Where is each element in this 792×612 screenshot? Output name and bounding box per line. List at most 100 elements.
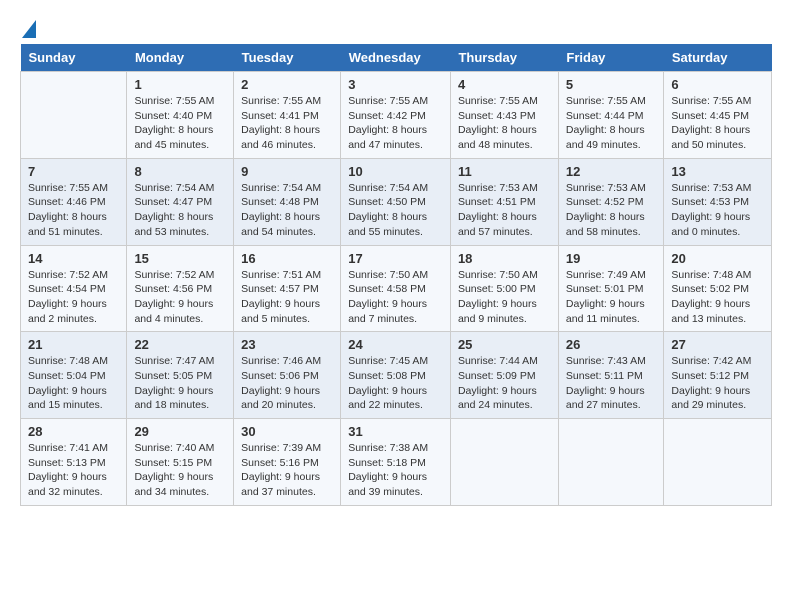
day-number: 15 xyxy=(134,251,226,266)
day-info: Sunrise: 7:53 AMSunset: 4:53 PMDaylight:… xyxy=(671,181,764,240)
day-info: Sunrise: 7:55 AMSunset: 4:41 PMDaylight:… xyxy=(241,94,333,153)
day-number: 17 xyxy=(348,251,443,266)
calendar-cell xyxy=(450,419,558,506)
day-number: 8 xyxy=(134,164,226,179)
calendar-cell: 26 Sunrise: 7:43 AMSunset: 5:11 PMDaylig… xyxy=(558,332,664,419)
day-info: Sunrise: 7:41 AMSunset: 5:13 PMDaylight:… xyxy=(28,441,119,500)
calendar-cell: 14 Sunrise: 7:52 AMSunset: 4:54 PMDaylig… xyxy=(21,245,127,332)
day-info: Sunrise: 7:51 AMSunset: 4:57 PMDaylight:… xyxy=(241,268,333,327)
day-number: 1 xyxy=(134,77,226,92)
calendar-cell xyxy=(21,72,127,159)
day-info: Sunrise: 7:49 AMSunset: 5:01 PMDaylight:… xyxy=(566,268,657,327)
day-number: 7 xyxy=(28,164,119,179)
day-number: 10 xyxy=(348,164,443,179)
calendar-cell: 28 Sunrise: 7:41 AMSunset: 5:13 PMDaylig… xyxy=(21,419,127,506)
day-number: 24 xyxy=(348,337,443,352)
calendar-cell xyxy=(558,419,664,506)
day-info: Sunrise: 7:53 AMSunset: 4:52 PMDaylight:… xyxy=(566,181,657,240)
day-info: Sunrise: 7:39 AMSunset: 5:16 PMDaylight:… xyxy=(241,441,333,500)
day-number: 13 xyxy=(671,164,764,179)
day-info: Sunrise: 7:50 AMSunset: 5:00 PMDaylight:… xyxy=(458,268,551,327)
day-number: 22 xyxy=(134,337,226,352)
day-number: 21 xyxy=(28,337,119,352)
calendar-cell: 30 Sunrise: 7:39 AMSunset: 5:16 PMDaylig… xyxy=(234,419,341,506)
day-info: Sunrise: 7:55 AMSunset: 4:40 PMDaylight:… xyxy=(134,94,226,153)
day-info: Sunrise: 7:54 AMSunset: 4:50 PMDaylight:… xyxy=(348,181,443,240)
day-number: 2 xyxy=(241,77,333,92)
day-info: Sunrise: 7:55 AMSunset: 4:46 PMDaylight:… xyxy=(28,181,119,240)
calendar-cell: 21 Sunrise: 7:48 AMSunset: 5:04 PMDaylig… xyxy=(21,332,127,419)
calendar-week-row: 7 Sunrise: 7:55 AMSunset: 4:46 PMDayligh… xyxy=(21,158,772,245)
calendar-cell: 23 Sunrise: 7:46 AMSunset: 5:06 PMDaylig… xyxy=(234,332,341,419)
day-number: 29 xyxy=(134,424,226,439)
day-info: Sunrise: 7:53 AMSunset: 4:51 PMDaylight:… xyxy=(458,181,551,240)
day-info: Sunrise: 7:55 AMSunset: 4:43 PMDaylight:… xyxy=(458,94,551,153)
day-number: 4 xyxy=(458,77,551,92)
calendar-week-row: 1 Sunrise: 7:55 AMSunset: 4:40 PMDayligh… xyxy=(21,72,772,159)
day-info: Sunrise: 7:50 AMSunset: 4:58 PMDaylight:… xyxy=(348,268,443,327)
weekday-header: Tuesday xyxy=(234,44,341,72)
day-number: 12 xyxy=(566,164,657,179)
calendar-week-row: 28 Sunrise: 7:41 AMSunset: 5:13 PMDaylig… xyxy=(21,419,772,506)
day-number: 16 xyxy=(241,251,333,266)
day-info: Sunrise: 7:42 AMSunset: 5:12 PMDaylight:… xyxy=(671,354,764,413)
day-info: Sunrise: 7:55 AMSunset: 4:44 PMDaylight:… xyxy=(566,94,657,153)
calendar-cell: 29 Sunrise: 7:40 AMSunset: 5:15 PMDaylig… xyxy=(127,419,234,506)
calendar-cell: 25 Sunrise: 7:44 AMSunset: 5:09 PMDaylig… xyxy=(450,332,558,419)
calendar-cell: 2 Sunrise: 7:55 AMSunset: 4:41 PMDayligh… xyxy=(234,72,341,159)
weekday-header: Thursday xyxy=(450,44,558,72)
day-info: Sunrise: 7:40 AMSunset: 5:15 PMDaylight:… xyxy=(134,441,226,500)
calendar-cell: 31 Sunrise: 7:38 AMSunset: 5:18 PMDaylig… xyxy=(341,419,451,506)
day-number: 5 xyxy=(566,77,657,92)
day-number: 6 xyxy=(671,77,764,92)
calendar-cell: 15 Sunrise: 7:52 AMSunset: 4:56 PMDaylig… xyxy=(127,245,234,332)
weekday-header: Monday xyxy=(127,44,234,72)
weekday-header: Wednesday xyxy=(341,44,451,72)
calendar-cell: 24 Sunrise: 7:45 AMSunset: 5:08 PMDaylig… xyxy=(341,332,451,419)
calendar-header-row: SundayMondayTuesdayWednesdayThursdayFrid… xyxy=(21,44,772,72)
day-info: Sunrise: 7:46 AMSunset: 5:06 PMDaylight:… xyxy=(241,354,333,413)
day-info: Sunrise: 7:55 AMSunset: 4:45 PMDaylight:… xyxy=(671,94,764,153)
day-number: 19 xyxy=(566,251,657,266)
day-number: 18 xyxy=(458,251,551,266)
calendar-cell: 6 Sunrise: 7:55 AMSunset: 4:45 PMDayligh… xyxy=(664,72,772,159)
calendar-cell: 17 Sunrise: 7:50 AMSunset: 4:58 PMDaylig… xyxy=(341,245,451,332)
calendar-cell: 4 Sunrise: 7:55 AMSunset: 4:43 PMDayligh… xyxy=(450,72,558,159)
calendar-table: SundayMondayTuesdayWednesdayThursdayFrid… xyxy=(20,44,772,506)
day-info: Sunrise: 7:48 AMSunset: 5:04 PMDaylight:… xyxy=(28,354,119,413)
calendar-cell: 18 Sunrise: 7:50 AMSunset: 5:00 PMDaylig… xyxy=(450,245,558,332)
calendar-cell: 5 Sunrise: 7:55 AMSunset: 4:44 PMDayligh… xyxy=(558,72,664,159)
day-info: Sunrise: 7:54 AMSunset: 4:47 PMDaylight:… xyxy=(134,181,226,240)
calendar-cell: 8 Sunrise: 7:54 AMSunset: 4:47 PMDayligh… xyxy=(127,158,234,245)
calendar-cell: 10 Sunrise: 7:54 AMSunset: 4:50 PMDaylig… xyxy=(341,158,451,245)
calendar-cell: 22 Sunrise: 7:47 AMSunset: 5:05 PMDaylig… xyxy=(127,332,234,419)
page-header xyxy=(20,20,772,34)
calendar-cell: 13 Sunrise: 7:53 AMSunset: 4:53 PMDaylig… xyxy=(664,158,772,245)
weekday-header: Friday xyxy=(558,44,664,72)
day-number: 30 xyxy=(241,424,333,439)
day-number: 25 xyxy=(458,337,551,352)
day-info: Sunrise: 7:45 AMSunset: 5:08 PMDaylight:… xyxy=(348,354,443,413)
calendar-cell: 19 Sunrise: 7:49 AMSunset: 5:01 PMDaylig… xyxy=(558,245,664,332)
day-number: 9 xyxy=(241,164,333,179)
calendar-cell: 20 Sunrise: 7:48 AMSunset: 5:02 PMDaylig… xyxy=(664,245,772,332)
calendar-week-row: 14 Sunrise: 7:52 AMSunset: 4:54 PMDaylig… xyxy=(21,245,772,332)
day-info: Sunrise: 7:54 AMSunset: 4:48 PMDaylight:… xyxy=(241,181,333,240)
day-number: 11 xyxy=(458,164,551,179)
day-info: Sunrise: 7:44 AMSunset: 5:09 PMDaylight:… xyxy=(458,354,551,413)
logo-icon xyxy=(22,20,36,38)
day-number: 28 xyxy=(28,424,119,439)
calendar-week-row: 21 Sunrise: 7:48 AMSunset: 5:04 PMDaylig… xyxy=(21,332,772,419)
day-info: Sunrise: 7:43 AMSunset: 5:11 PMDaylight:… xyxy=(566,354,657,413)
weekday-header: Sunday xyxy=(21,44,127,72)
day-number: 3 xyxy=(348,77,443,92)
day-info: Sunrise: 7:52 AMSunset: 4:54 PMDaylight:… xyxy=(28,268,119,327)
day-number: 31 xyxy=(348,424,443,439)
day-number: 14 xyxy=(28,251,119,266)
day-number: 26 xyxy=(566,337,657,352)
calendar-cell: 3 Sunrise: 7:55 AMSunset: 4:42 PMDayligh… xyxy=(341,72,451,159)
calendar-cell xyxy=(664,419,772,506)
calendar-cell: 16 Sunrise: 7:51 AMSunset: 4:57 PMDaylig… xyxy=(234,245,341,332)
calendar-cell: 27 Sunrise: 7:42 AMSunset: 5:12 PMDaylig… xyxy=(664,332,772,419)
logo xyxy=(20,20,36,34)
